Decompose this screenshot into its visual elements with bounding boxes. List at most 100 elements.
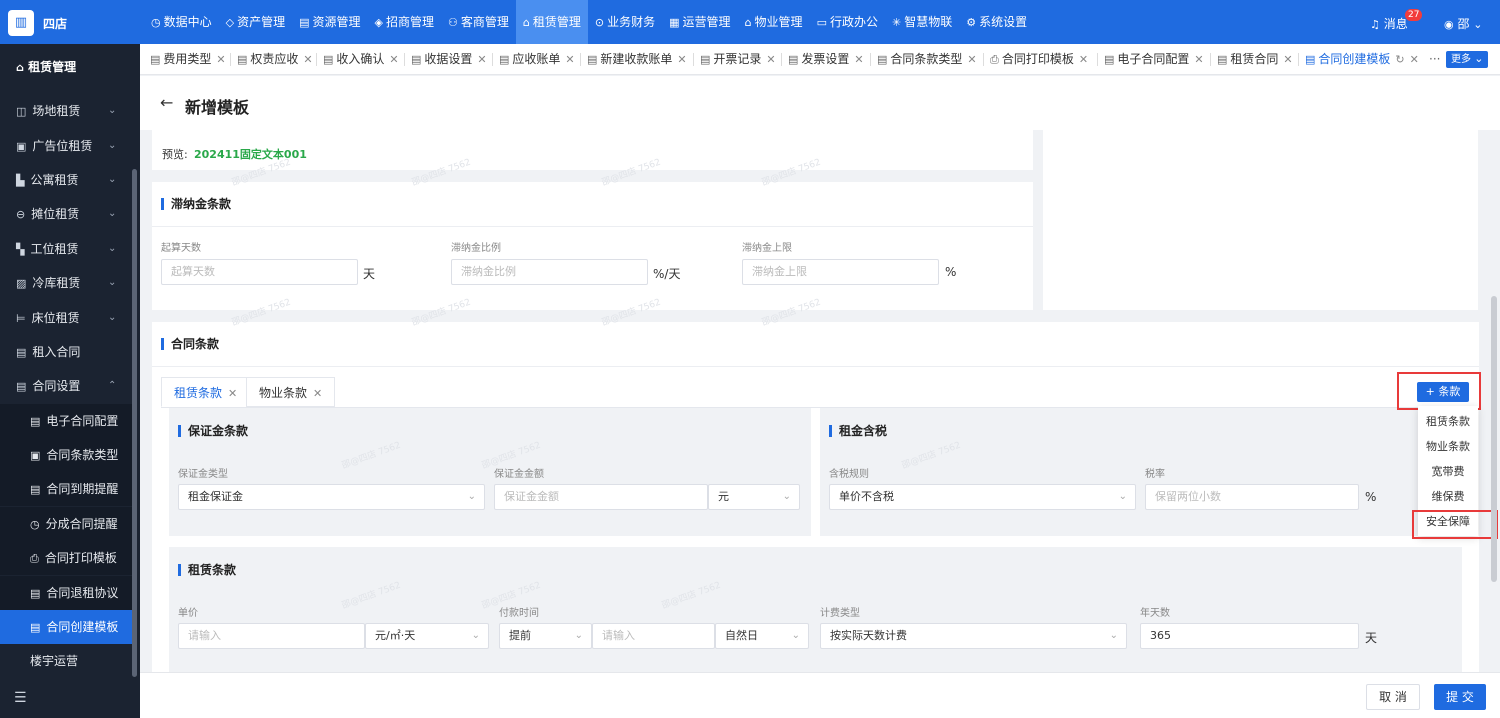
main-scrollbar[interactable] <box>1491 296 1497 582</box>
unit-price-input[interactable]: 请输入 <box>178 623 365 649</box>
close-icon[interactable]: ✕ <box>766 53 775 66</box>
price-unit-select[interactable]: 元/㎡·天 ⌄ <box>365 623 489 649</box>
subtab-lease-terms[interactable]: 租赁条款 ✕ <box>161 377 251 407</box>
menu-assets[interactable]: ◇ 资产管理 <box>219 0 292 44</box>
deposit-type-select[interactable]: 租金保证金 ⌄ <box>178 484 485 510</box>
messages-button[interactable]: ♫ 消息 <box>1370 15 1408 32</box>
menu-resources[interactable]: ▤ 资源管理 <box>292 0 367 44</box>
close-icon[interactable]: ✕ <box>1079 53 1088 66</box>
pay-daytype-select[interactable]: 自然日 ⌄ <box>715 623 809 649</box>
tab-receivables[interactable]: ▤ 应收账单 ✕ <box>499 44 575 75</box>
tab-divider <box>492 53 493 66</box>
close-icon[interactable]: ✕ <box>313 387 322 400</box>
dropdown-item-maintenance[interactable]: 维保费 <box>1418 488 1478 504</box>
tab-fee-types[interactable]: ▤ 费用类型 ✕ <box>150 44 226 75</box>
tab-e-contract[interactable]: ▤ 电子合同配置 ✕ <box>1104 44 1204 75</box>
close-icon[interactable]: ✕ <box>389 53 398 66</box>
menu-operations[interactable]: ▦ 运营管理 <box>662 0 737 44</box>
shop-name[interactable]: 四店 <box>43 15 67 32</box>
sidebar-item-cold[interactable]: ▨ 冷库租赁 ⌄ <box>0 266 132 300</box>
menu-investment[interactable]: ◈ 招商管理 <box>368 0 441 44</box>
tab-print-templates[interactable]: ⎙ 合同打印模板 ✕ <box>990 44 1088 75</box>
late-cap-input[interactable]: 滞纳金上限 <box>742 259 939 285</box>
menu-leasing[interactable]: ⌂ 租赁管理 <box>515 0 588 44</box>
collapse-menu-icon[interactable]: ☰ <box>14 690 27 706</box>
sidebar-subitem-share[interactable]: ◷ 分成合同提醒 <box>0 507 132 541</box>
menu-admin[interactable]: ▭ 行政办公 <box>810 0 885 44</box>
sidebar-item-apartment[interactable]: ▙ 公寓租赁 ⌄ <box>0 163 132 197</box>
close-icon[interactable]: ✕ <box>677 53 686 66</box>
close-icon[interactable]: ✕ <box>1194 53 1203 66</box>
close-icon[interactable]: ✕ <box>1283 53 1292 66</box>
more-tabs-button[interactable]: 更多 ⌄ <box>1446 51 1489 68</box>
deposit-amount-input[interactable]: 保证金金额 <box>494 484 708 510</box>
tab-invoice-settings[interactable]: ▤ 发票设置 ✕ <box>788 44 864 75</box>
menu-iot[interactable]: ✳ 智慧物联 <box>885 0 959 44</box>
menu-property[interactable]: ⌂ 物业管理 <box>738 0 810 44</box>
sidebar-subitem-e-contract[interactable]: ▤ 电子合同配置 <box>0 404 132 438</box>
clock-icon: ◷ <box>30 518 40 531</box>
sidebar-scrollbar[interactable] <box>132 169 137 677</box>
menu-data-center[interactable]: ◷ 数据中心 <box>144 0 219 44</box>
tab-new-bill[interactable]: ▤ 新建收款账单 ✕ <box>587 44 687 75</box>
dropdown-item-lease-terms[interactable]: 租赁条款 <box>1418 413 1478 429</box>
sidebar-subitem-create-template[interactable]: ▤ 合同创建模板 <box>0 610 132 644</box>
sidebar-subitem-termination[interactable]: ▤ 合同退租协议 <box>0 576 132 610</box>
sidebar-item-venue[interactable]: ◫ 场地租赁 ⌄ <box>0 94 132 128</box>
deposit-unit-select[interactable]: 元 ⌄ <box>708 484 800 510</box>
tab-income[interactable]: ▤ 收入确认 ✕ <box>323 44 399 75</box>
sidebar-subitem-expiry[interactable]: ▤ 合同到期提醒 <box>0 472 132 506</box>
menu-finance[interactable]: ⊙ 业务财务 <box>588 0 662 44</box>
sidebar-item-contract-settings[interactable]: ▤ 合同设置 ⌃ <box>0 369 132 403</box>
late-ratio-input[interactable]: 滞纳金比例 <box>451 259 648 285</box>
house-icon: ⌂ <box>744 16 752 29</box>
close-icon[interactable]: ✕ <box>228 387 237 400</box>
back-arrow-icon[interactable]: ← <box>160 93 173 112</box>
pay-mode-select[interactable]: 提前 ⌄ <box>499 623 592 649</box>
billing-type-select[interactable]: 按实际天数计费 ⌄ <box>820 623 1127 649</box>
more-tabs-icon[interactable]: ··· <box>1429 44 1440 75</box>
submit-button[interactable]: 提 交 <box>1434 684 1486 710</box>
users-icon: ⚇ <box>448 16 458 29</box>
start-days-input[interactable]: 起算天数 <box>161 259 358 285</box>
tab-accrual[interactable]: ▤ 权责应收 ✕ <box>237 44 313 75</box>
sidebar-item-bed[interactable]: ⊨ 床位租赁 ⌄ <box>0 301 132 335</box>
close-icon[interactable]: ✕ <box>967 53 976 66</box>
sidebar-item-workstation[interactable]: ▚ 工位租赁 ⌄ <box>0 232 132 266</box>
sidebar-item-booth[interactable]: ⊖ 摊位租赁 ⌄ <box>0 197 132 231</box>
close-icon[interactable]: ✕ <box>303 53 312 66</box>
cancel-button[interactable]: 取 消 <box>1366 684 1420 710</box>
divider <box>152 366 1479 367</box>
subtab-property-terms[interactable]: 物业条款 ✕ <box>246 377 336 407</box>
tab-receipt-settings[interactable]: ▤ 收据设置 ✕ <box>411 44 487 75</box>
menu-settings[interactable]: ⚙ 系统设置 <box>959 0 1034 44</box>
sidebar-subitem-print[interactable]: ⎙ 合同打印模板 <box>0 541 132 575</box>
sidebar-item-lease-in[interactable]: ▤ 租入合同 <box>0 335 132 369</box>
user-menu[interactable]: ◉ 邵 ⌄ <box>1444 15 1483 32</box>
year-days-input[interactable]: 365 <box>1140 623 1359 649</box>
tab-clause-types[interactable]: ▤ 合同条款类型 ✕ <box>877 44 977 75</box>
dropdown-item-broadband[interactable]: 宽带费 <box>1418 463 1478 479</box>
sidebar-item-ad[interactable]: ▣ 广告位租赁 ⌄ <box>0 129 132 163</box>
doc-icon: ▤ <box>700 53 711 66</box>
close-icon[interactable]: ✕ <box>854 53 863 66</box>
contract-icon: ▤ <box>16 346 27 359</box>
pay-days-input[interactable]: 请输入 <box>592 623 715 649</box>
tab-create-template[interactable]: ▤ 合同创建模板 ↻ ✕ <box>1305 44 1419 75</box>
dropdown-item-property-terms[interactable]: 物业条款 <box>1418 438 1478 454</box>
close-icon[interactable]: ✕ <box>565 53 574 66</box>
iot-icon: ✳ <box>891 16 902 29</box>
tab-invoice-records[interactable]: ▤ 开票记录 ✕ <box>700 44 776 75</box>
tax-rule-select[interactable]: 单价不含税 ⌄ <box>829 484 1136 510</box>
close-icon[interactable]: ✕ <box>477 53 486 66</box>
tax-rate-input[interactable]: 保留两位小数 <box>1145 484 1359 510</box>
close-icon[interactable]: ✕ <box>216 53 225 66</box>
sidebar-subitem-clause-types[interactable]: ▣ 合同条款类型 <box>0 438 132 472</box>
ad-icon: ▣ <box>16 140 27 153</box>
menu-merchants[interactable]: ⚇ 客商管理 <box>441 0 516 44</box>
refresh-icon[interactable]: ↻ <box>1395 53 1404 66</box>
tab-lease-contract[interactable]: ▤ 租赁合同 ✕ <box>1217 44 1293 75</box>
sidebar-item-building-ops[interactable]: 楼宇运营 <box>0 644 132 678</box>
close-icon[interactable]: ✕ <box>1410 53 1419 66</box>
booth-icon: ⊖ <box>16 208 26 221</box>
